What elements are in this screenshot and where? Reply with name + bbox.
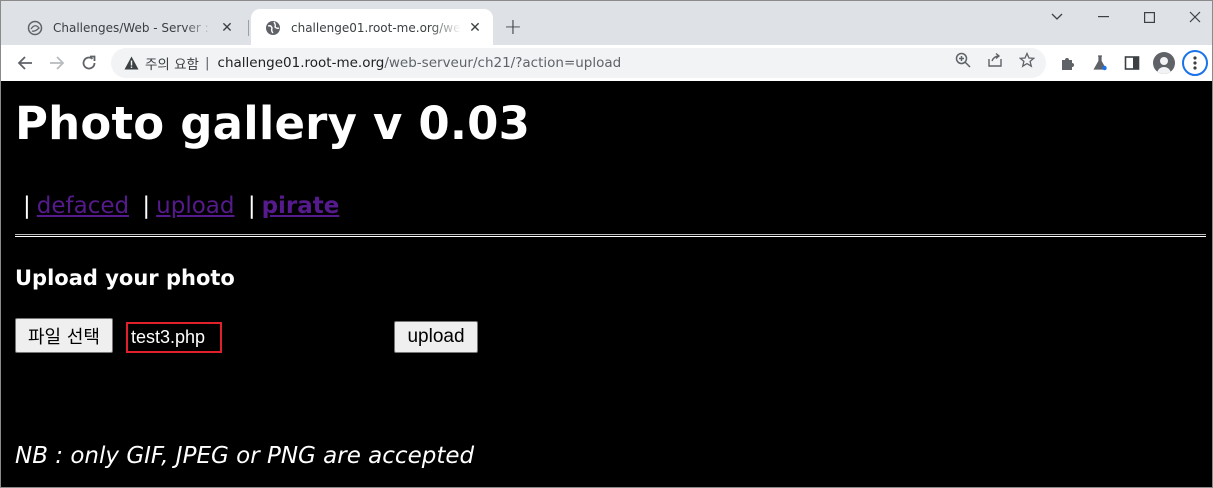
nav-link-pirate[interactable]: pirate bbox=[262, 193, 340, 219]
minimize-icon[interactable] bbox=[1080, 1, 1126, 33]
upload-heading: Upload your photo bbox=[15, 266, 235, 290]
share-icon[interactable] bbox=[986, 51, 1004, 69]
lab-flask-icon[interactable] bbox=[1090, 53, 1110, 73]
choose-file-button[interactable]: 파일 선택 bbox=[15, 318, 113, 353]
nav-link-defaced[interactable]: defaced bbox=[37, 193, 129, 219]
extensions-puzzle-icon[interactable] bbox=[1058, 53, 1078, 73]
url-host: challenge01.root-me.org bbox=[217, 55, 385, 71]
back-arrow-icon[interactable] bbox=[11, 49, 39, 77]
window-close-icon[interactable] bbox=[1172, 1, 1212, 33]
warning-triangle-icon[interactable] bbox=[123, 55, 139, 71]
nav-separator: | bbox=[23, 193, 31, 219]
url-path: /web-serveur/ch21/?action=upload bbox=[384, 55, 622, 71]
forward-arrow-icon[interactable] bbox=[43, 49, 71, 77]
tab-search-chevron-icon[interactable] bbox=[1034, 1, 1080, 33]
horizontal-rule bbox=[15, 234, 1206, 237]
tab-challenges[interactable]: Challenges/Web - Server : File u ✕ bbox=[13, 9, 245, 47]
page-content: Photo gallery v 0.03 | defaced | upload | p… bbox=[1, 81, 1212, 487]
reload-icon[interactable] bbox=[75, 49, 103, 77]
tab-challenge01[interactable]: challenge01.root-me.org/web-se ✕ bbox=[251, 9, 493, 47]
address-bar[interactable]: 주의 요함 | challenge01.root-me.org/web-serv… bbox=[111, 48, 1046, 78]
selected-file-name: test3.php bbox=[126, 322, 222, 353]
new-tab-button[interactable]: + bbox=[501, 15, 525, 40]
globe-icon bbox=[265, 20, 281, 36]
more-vertical-icon[interactable] bbox=[1182, 50, 1208, 76]
profile-avatar-icon[interactable] bbox=[1153, 52, 1175, 74]
address-separator: | bbox=[204, 55, 210, 71]
tab-title: challenge01.root-me.org/web-se bbox=[291, 21, 461, 35]
root-me-favicon-icon bbox=[27, 20, 43, 36]
close-tab-icon[interactable]: ✕ bbox=[219, 20, 235, 36]
nav-link-upload[interactable]: upload bbox=[156, 193, 234, 219]
accepted-formats-note: NB : only GIF, JPEG or PNG are accepted bbox=[15, 443, 475, 469]
security-status-label[interactable]: 주의 요함 bbox=[145, 53, 199, 73]
upload-button[interactable]: upload bbox=[394, 321, 478, 353]
nav-separator: | bbox=[142, 193, 151, 219]
browser-window: Challenges/Web - Server : File u ✕ chall… bbox=[0, 0, 1213, 488]
main-nav: | defaced | upload | pirate bbox=[23, 193, 339, 219]
close-tab-icon[interactable]: ✕ bbox=[467, 20, 483, 36]
tab-strip: Challenges/Web - Server : File u ✕ chall… bbox=[1, 1, 1212, 47]
maximize-icon[interactable] bbox=[1126, 1, 1172, 33]
zoom-icon[interactable] bbox=[954, 51, 972, 69]
nav-separator: | bbox=[247, 193, 256, 219]
tab-title: Challenges/Web - Server : File u bbox=[53, 21, 213, 35]
bookmark-star-icon[interactable] bbox=[1018, 51, 1036, 69]
tab-separator bbox=[248, 20, 249, 36]
page-title: Photo gallery v 0.03 bbox=[15, 97, 531, 150]
side-panel-icon[interactable] bbox=[1122, 53, 1142, 73]
browser-toolbar: 주의 요함 | challenge01.root-me.org/web-serv… bbox=[1, 45, 1212, 81]
